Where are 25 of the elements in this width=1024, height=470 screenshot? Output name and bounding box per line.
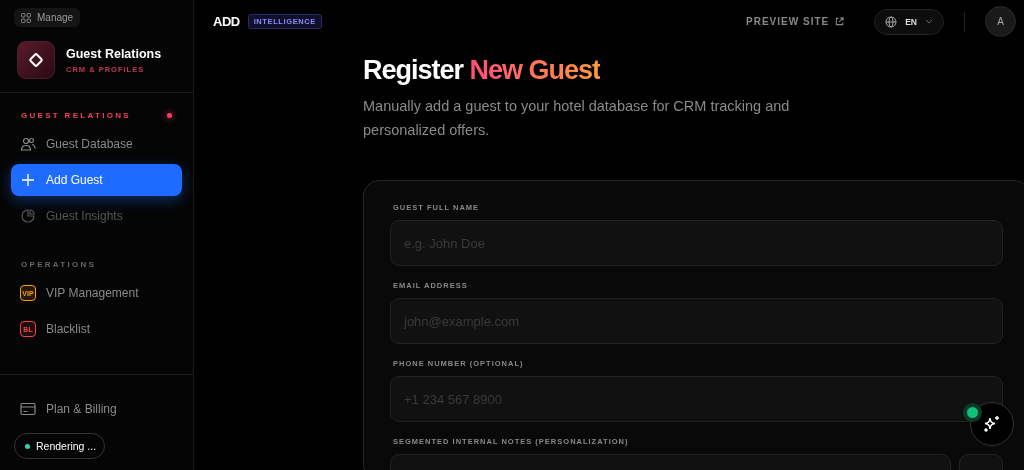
language-selector[interactable]: EN — [874, 8, 944, 35]
page-subtitle: Manually add a guest to your hotel database for CRM tracking and personalized offers. — [363, 97, 791, 140]
brand-logo — [17, 41, 55, 79]
nav-item[interactable]: Guest Database — [11, 128, 182, 160]
external-link-icon — [835, 17, 845, 26]
nav-item[interactable]: Add Guest — [11, 164, 182, 196]
preview-site-link[interactable]: PREVIEW SITE — [740, 15, 851, 28]
manage-button[interactable]: Manage — [14, 8, 81, 27]
section-title: OPERATIONS — [21, 260, 97, 269]
logo-text: ADD — [213, 14, 240, 29]
plus-icon — [20, 173, 36, 187]
brand-title: Guest Relations — [66, 46, 162, 61]
page-title: Register — [363, 55, 464, 85]
status-text: Rendering ... — [36, 440, 97, 452]
users-icon — [20, 136, 36, 152]
sparkle-icon — [982, 414, 1002, 434]
alert-dot — [167, 113, 172, 118]
section-title: GUEST RELATIONS — [21, 111, 131, 120]
card-icon — [20, 402, 36, 416]
billing-link[interactable]: Plan & Billing — [11, 393, 182, 425]
avatar[interactable]: A — [985, 6, 1016, 37]
globe-icon — [885, 15, 898, 28]
grid-icon — [21, 12, 31, 23]
pie-chart-icon — [20, 209, 36, 223]
chevron-down-icon — [925, 19, 933, 24]
